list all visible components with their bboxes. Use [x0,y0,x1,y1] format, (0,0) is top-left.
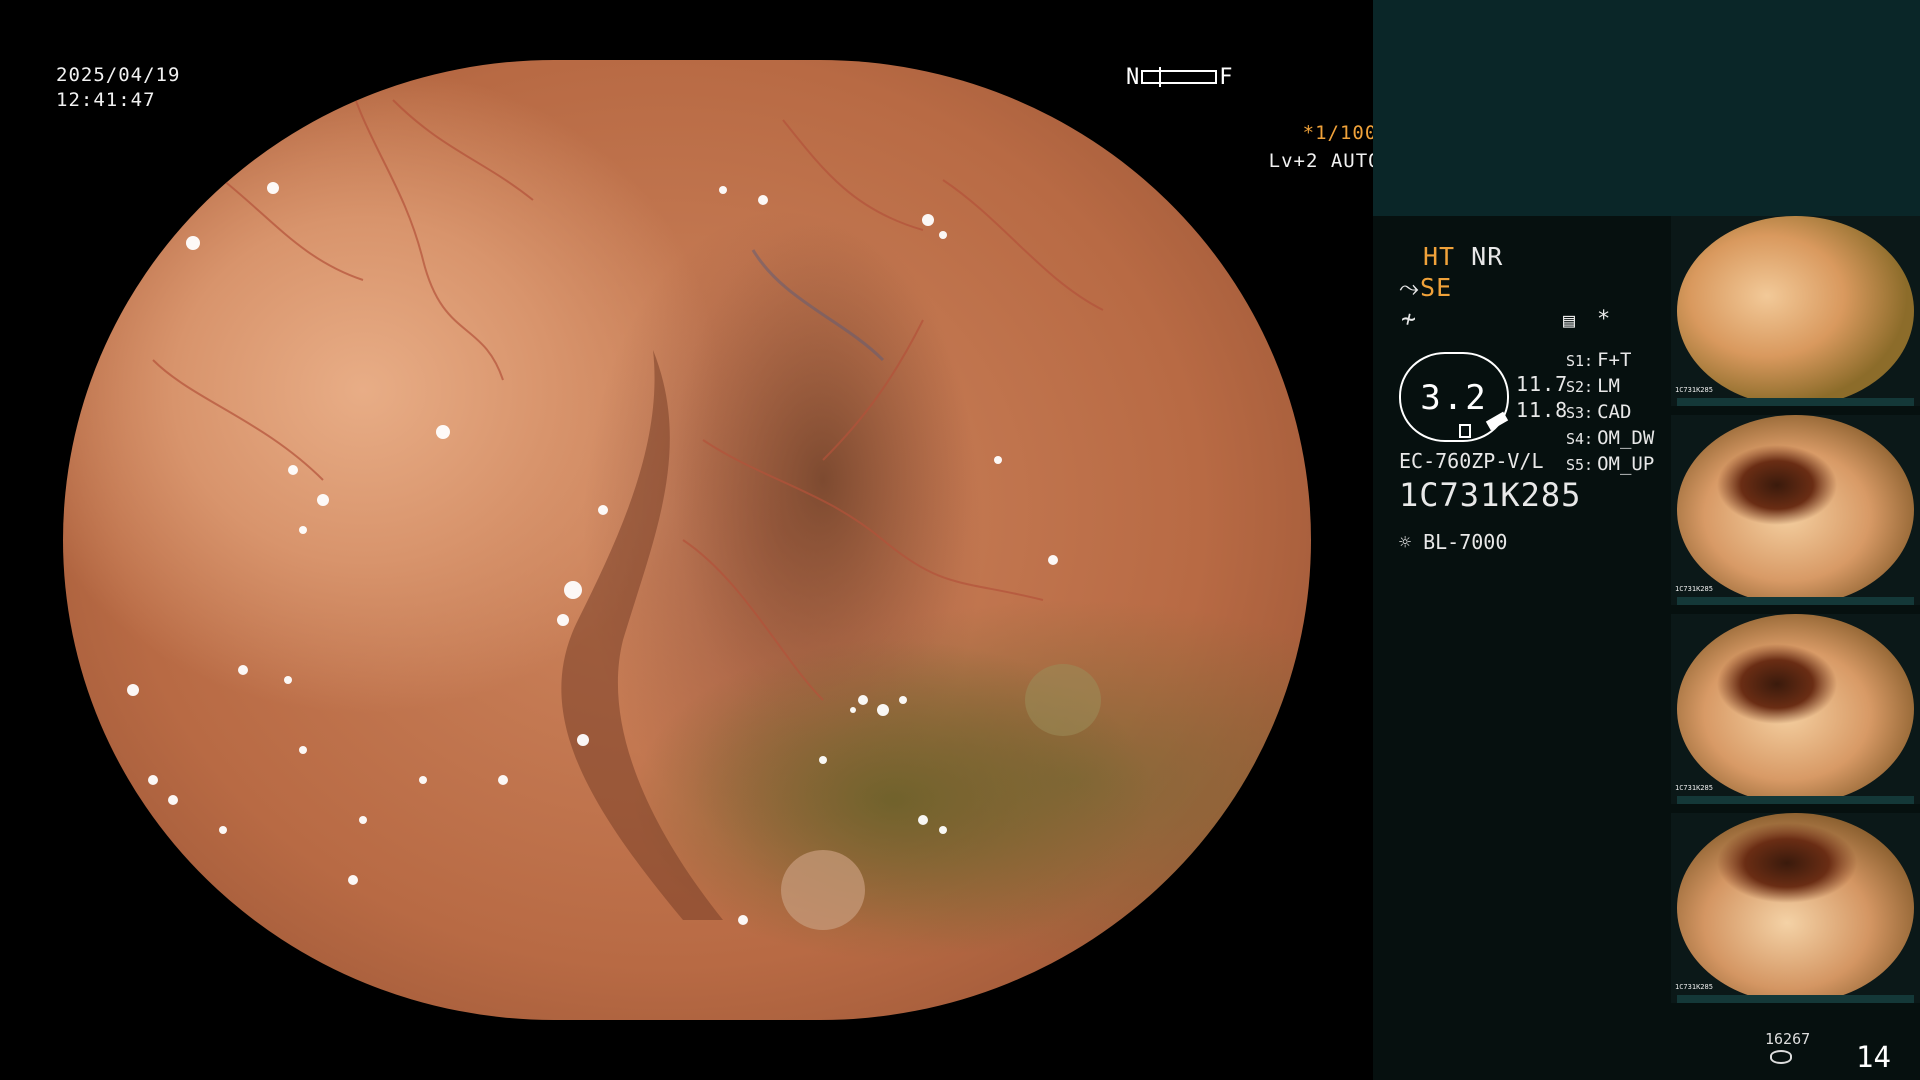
ht-mode: HT [1423,242,1456,271]
scale-value-1: 11.7 [1516,372,1569,396]
switch-row: S3: CAD [1566,401,1632,423]
nr-mode: NR [1471,242,1504,271]
switch-row: S1: F+T [1566,349,1632,371]
thumbnail-label: 1C731K285 [1675,784,1713,792]
thumbnail-image [1677,614,1914,804]
thumbnail-label: 1C731K285 [1675,983,1713,991]
image-mode-line: HT NR [1423,242,1503,271]
mucosal-bump [1025,664,1101,736]
wave-icon: ≁ [1401,304,1418,333]
scope-model: EC-760ZP-V/L [1399,449,1544,473]
magnification-indicator: 3.2 [1399,352,1509,442]
se-mode-line: ⤳SE [1399,273,1452,303]
focus-far-label: F [1219,64,1233,90]
thumbnail[interactable]: 1C731K285 [1671,813,1920,1003]
captured-thumbnails: 1C731K285 1C731K285 1C731K285 1C731K285 [1671,216,1920,1012]
switch-row: S4: OM_DW [1566,427,1655,449]
scale-value-2: 11.8 [1516,398,1569,422]
focus-marker [1159,67,1162,87]
focus-near-label: N [1126,64,1140,90]
menu-icon: ▤ [1563,308,1576,332]
thumbnail-bar [1677,995,1914,1003]
thumbnail-label: 1C731K285 [1675,386,1713,394]
thumbnail-image [1677,216,1914,406]
thumbnail-image [1677,415,1914,605]
date-label: 2025/04/19 [56,64,181,86]
info-panel: HT NR ⤳SE ≁ ▤ * 3.2 11.7 11.8 S1: F+T S2:… [1373,0,1920,1080]
light-model: BL-7000 [1423,530,1508,554]
info-panel-header [1373,0,1920,216]
scope-serial: 1C731K285 [1399,476,1582,514]
switch-settings: S1: F+T S2: LM S3: CAD S4: OM_DW S5: OM_UP [1566,348,1654,478]
iris-level: Lv+2 [1268,150,1319,172]
endoscope-image [63,60,1311,1020]
se-mode: SE [1420,273,1453,302]
thumbnail[interactable]: 1C731K285 [1671,614,1920,804]
switch-row: S2: LM [1566,375,1620,397]
magnification-value: 3.2 [1420,378,1488,418]
magnification-notch [1459,424,1471,438]
image-count: 14 [1856,1040,1891,1074]
endoscope-view: 2025/04/19 12:41:47 N F *1/100 Lv+2 AUTO [0,0,1399,1080]
lumen-shadow [673,220,973,740]
thumbnail-bar [1677,597,1914,605]
endoscopy-monitor: 2025/04/19 12:41:47 N F *1/100 Lv+2 AUTO… [0,0,1920,1080]
focus-bar [1141,67,1218,87]
light-icon: ☼ [1399,530,1412,554]
thumbnail-bar [1677,796,1914,804]
focus-indicator: N F [1126,64,1233,90]
thumbnail[interactable]: 1C731K285 [1671,415,1920,605]
asterisk-indicator: * [1597,307,1611,332]
light-source: ☼ BL-7000 [1399,530,1507,554]
se-icon: ⤳ [1399,273,1421,302]
iris-setting: Lv+2 AUTO [1194,128,1399,194]
thumbnail-image [1677,813,1914,1003]
switch-row: S5: OM_UP [1566,453,1655,475]
storage-count: 16267 [1765,1030,1811,1048]
mucosal-bump [781,850,865,930]
thumbnail-bar [1677,398,1914,406]
thumbnail-label: 1C731K285 [1675,585,1713,593]
time-label: 12:41:47 [56,89,156,111]
endoscope-image-detail [127,60,1104,930]
thumbnail[interactable]: 1C731K285 [1671,216,1920,406]
disk-icon [1770,1050,1792,1064]
